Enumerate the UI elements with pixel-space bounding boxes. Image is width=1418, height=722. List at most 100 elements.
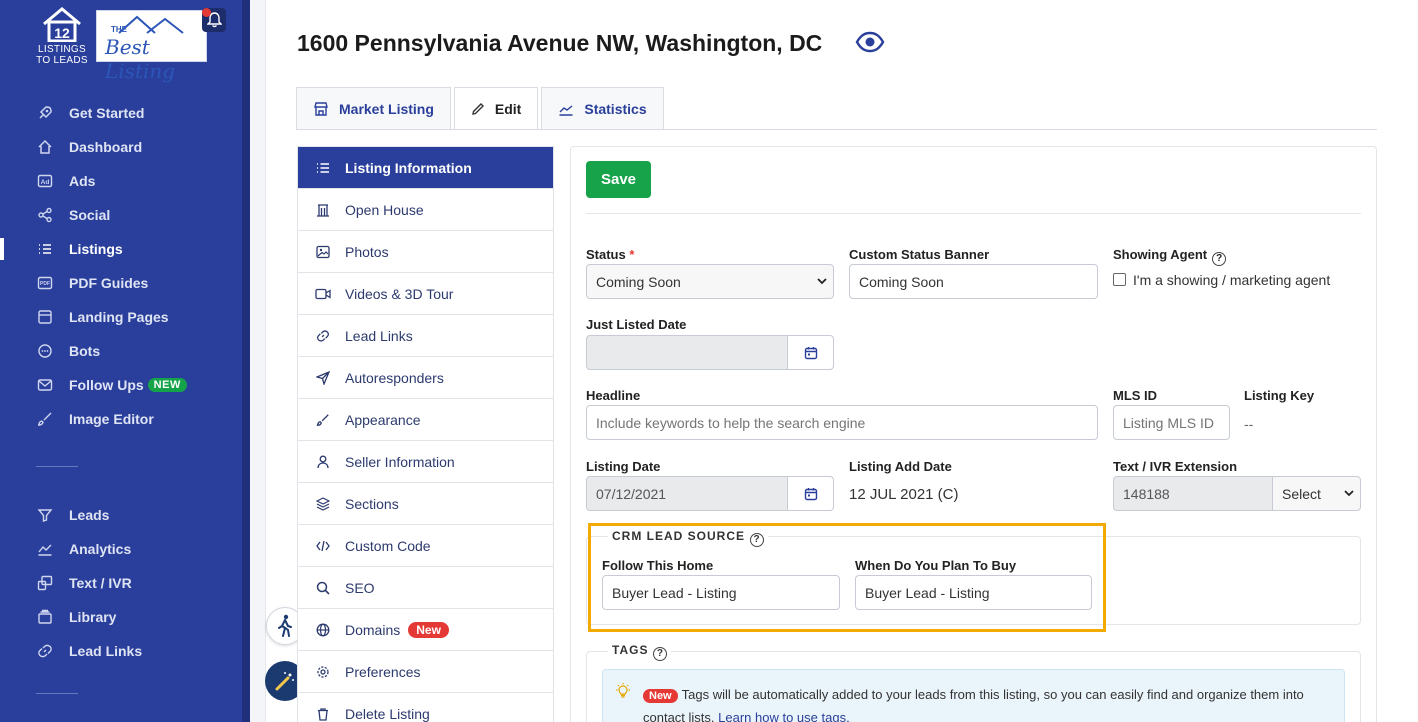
sidebar-item-pdf-guides[interactable]: PDF PDF Guides: [0, 266, 242, 300]
link-icon: [36, 642, 54, 660]
submenu-label: Lead Links: [345, 327, 413, 344]
sidebar-item-label: Ads: [69, 173, 96, 189]
headline-input[interactable]: [586, 405, 1098, 440]
calendar-button[interactable]: [787, 476, 834, 511]
save-button[interactable]: Save: [586, 161, 651, 198]
status-select[interactable]: Coming Soon: [586, 264, 834, 299]
new-badge: NEW: [147, 378, 187, 392]
page-title: 1600 Pennsylvania Avenue NW, Washington,…: [297, 30, 823, 56]
eye-icon[interactable]: [855, 30, 885, 54]
submenu-label: Videos & 3D Tour: [345, 285, 454, 302]
just-listed-input[interactable]: [586, 335, 788, 370]
submenu-item-videos[interactable]: Videos & 3D Tour: [298, 273, 553, 315]
submenu-item-appearance[interactable]: Appearance: [298, 399, 553, 441]
share-icon: [36, 206, 54, 224]
sidebar-separator: [36, 466, 78, 467]
sidebar-item-image-editor[interactable]: Image Editor: [0, 402, 242, 436]
sidebar-item-get-started[interactable]: Get Started: [0, 96, 242, 130]
submenu-label: Custom Code: [345, 537, 431, 554]
svg-text:12: 12: [54, 25, 70, 41]
submenu-item-autoresponders[interactable]: Autoresponders: [298, 357, 553, 399]
sidebar-item-label: Landing Pages: [69, 309, 169, 325]
sidebar-item-landing-pages[interactable]: Landing Pages: [0, 300, 242, 334]
sidebar-item-label: Bots: [69, 343, 101, 359]
headline-label: Headline: [586, 388, 641, 403]
learn-tags-link[interactable]: Learn how to use tags.: [718, 710, 850, 722]
house-logo-icon: 12: [40, 6, 84, 43]
submenu-label: Open House: [345, 201, 424, 218]
required-asterisk: *: [629, 247, 635, 262]
building-icon: [315, 202, 331, 218]
submenu-item-preferences[interactable]: Preferences: [298, 651, 553, 693]
status-select-value: Coming Soon: [596, 273, 681, 290]
notifications-bell-icon[interactable]: [202, 8, 226, 32]
submenu-label: Photos: [345, 243, 389, 260]
showing-agent-checkbox-label: I'm a showing / marketing agent: [1133, 272, 1331, 288]
agent-logo-the: THE: [111, 25, 127, 34]
listings-to-leads-logo[interactable]: 12 LISTINGS TO LEADS: [34, 6, 90, 68]
sidebar-item-leads[interactable]: Leads: [0, 498, 242, 532]
submenu-item-custom-code[interactable]: Custom Code: [298, 525, 553, 567]
submenu-label: SEO: [345, 579, 375, 596]
sidebar-item-listings[interactable]: Listings: [0, 232, 242, 266]
custom-banner-label: Custom Status Banner: [849, 247, 990, 262]
agent-logo-name: Best Listing: [105, 35, 176, 83]
sidebar-item-ads[interactable]: Ad Ads: [0, 164, 242, 198]
sidebar-item-analytics[interactable]: Analytics: [0, 532, 242, 566]
ivr-extension-input[interactable]: 148188: [1113, 476, 1273, 511]
listing-date-label: Listing Date: [586, 459, 661, 474]
chat-icon: [36, 342, 54, 360]
link-icon: [315, 328, 331, 344]
listing-add-date-label: Listing Add Date: [849, 459, 952, 474]
notification-dot: [202, 8, 211, 17]
sidebar-item-label: Analytics: [69, 541, 132, 557]
store-icon: [313, 101, 329, 117]
gear-icon: [315, 664, 331, 680]
submenu-item-open-house[interactable]: Open House: [298, 189, 553, 231]
submenu-item-delete-listing[interactable]: Delete Listing: [298, 693, 553, 722]
sidebar: 12 LISTINGS TO LEADS THE Best Listing Ge…: [0, 0, 242, 722]
listing-date-input[interactable]: 07/12/2021: [586, 476, 788, 511]
sidebar-item-social[interactable]: Social: [0, 198, 242, 232]
custom-banner-input[interactable]: Coming Soon: [849, 264, 1098, 299]
submenu-item-domains[interactable]: Domains New: [298, 609, 553, 651]
ivr-extension-label: Text / IVR Extension: [1113, 459, 1238, 474]
calendar-button[interactable]: [787, 335, 834, 370]
help-icon[interactable]: ?: [653, 646, 668, 661]
tab-edit[interactable]: Edit: [453, 87, 539, 130]
sidebar-item-lead-links[interactable]: Lead Links: [0, 634, 242, 668]
submenu-item-listing-information[interactable]: Listing Information: [298, 147, 553, 189]
sidebar-item-library[interactable]: Library: [0, 600, 242, 634]
tab-market-listing[interactable]: Market Listing: [296, 87, 451, 129]
calendar-icon: [804, 346, 817, 359]
sidebar-item-text-ivr[interactable]: Text / IVR: [0, 566, 242, 600]
sidebar-item-label: Social: [69, 207, 111, 223]
sidebar-item-bots[interactable]: Bots: [0, 334, 242, 368]
sidebar-item-dashboard[interactable]: Dashboard: [0, 130, 242, 164]
pdf-icon: PDF: [36, 274, 54, 292]
submenu-item-seo[interactable]: SEO: [298, 567, 553, 609]
user-icon: [315, 454, 331, 470]
mls-id-input[interactable]: [1113, 405, 1230, 440]
submenu-item-seller-information[interactable]: Seller Information: [298, 441, 553, 483]
help-icon[interactable]: ?: [1212, 251, 1227, 266]
agent-logo[interactable]: THE Best Listing: [96, 10, 207, 83]
submenu-item-sections[interactable]: Sections: [298, 483, 553, 525]
sidebar-scrollbar[interactable]: [242, 0, 250, 722]
filter-icon: [36, 506, 54, 524]
brand-text-line1: LISTINGS: [38, 44, 86, 55]
sidebar-nav-secondary: Leads Analytics Text / IVR Library Lead …: [0, 498, 242, 668]
crm-highlight-box: [588, 523, 1106, 632]
submenu-item-photos[interactable]: Photos: [298, 231, 553, 273]
layers-icon: [315, 496, 331, 512]
showing-agent-checkbox[interactable]: [1113, 273, 1126, 286]
tab-statistics[interactable]: Statistics: [541, 87, 664, 129]
submenu-item-lead-links[interactable]: Lead Links: [298, 315, 553, 357]
ivr-extension-select[interactable]: Select: [1272, 476, 1361, 511]
new-badge: New: [643, 689, 678, 703]
listing-date-value: 07/12/2021: [596, 485, 667, 502]
showing-agent-label: Showing Agent?: [1113, 247, 1227, 266]
sidebar-item-follow-ups[interactable]: Follow Ups NEW: [0, 368, 242, 402]
status-label-text: Status: [586, 247, 626, 262]
chart-icon: [558, 101, 574, 117]
